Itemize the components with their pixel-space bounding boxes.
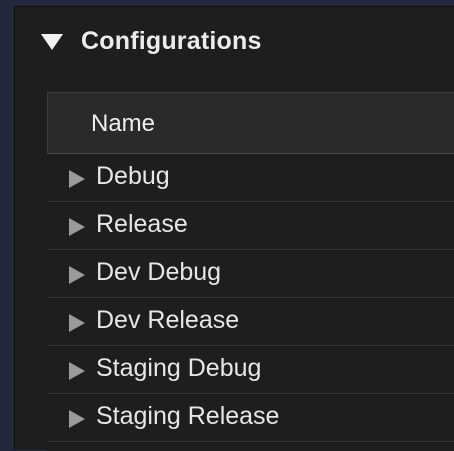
- column-header-name[interactable]: Name: [91, 110, 155, 138]
- row-label: Release: [96, 210, 188, 238]
- disclosure-triangle-right-icon[interactable]: [69, 362, 85, 380]
- row-label: Dev Release: [96, 306, 240, 334]
- table-row[interactable]: Release: [47, 202, 454, 250]
- table-row[interactable]: Dev Debug: [47, 250, 454, 298]
- configurations-panel: Configurations Name Debug Release Dev De…: [14, 6, 454, 451]
- disclosure-triangle-right-icon[interactable]: [69, 410, 85, 428]
- row-label: Staging Debug: [96, 354, 262, 382]
- table-header: Name: [47, 92, 454, 154]
- row-label: Staging Release: [96, 402, 280, 430]
- table-row[interactable]: Debug: [47, 154, 454, 202]
- disclosure-triangle-down-icon[interactable]: [41, 34, 63, 50]
- disclosure-triangle-right-icon[interactable]: [69, 266, 85, 284]
- disclosure-triangle-right-icon[interactable]: [69, 170, 85, 188]
- table-rows: Debug Release Dev Debug Dev Release Stag…: [47, 154, 454, 442]
- configurations-section-header[interactable]: Configurations: [15, 7, 454, 77]
- row-label: Debug: [96, 162, 170, 190]
- configurations-table: Name Debug Release Dev Debug Dev Release…: [47, 92, 454, 451]
- disclosure-triangle-right-icon[interactable]: [69, 314, 85, 332]
- table-row[interactable]: Dev Release: [47, 298, 454, 346]
- table-row[interactable]: Staging Release: [47, 394, 454, 442]
- table-row[interactable]: Staging Debug: [47, 346, 454, 394]
- row-label: Dev Debug: [96, 258, 222, 286]
- section-title: Configurations: [81, 27, 262, 55]
- disclosure-triangle-right-icon[interactable]: [69, 218, 85, 236]
